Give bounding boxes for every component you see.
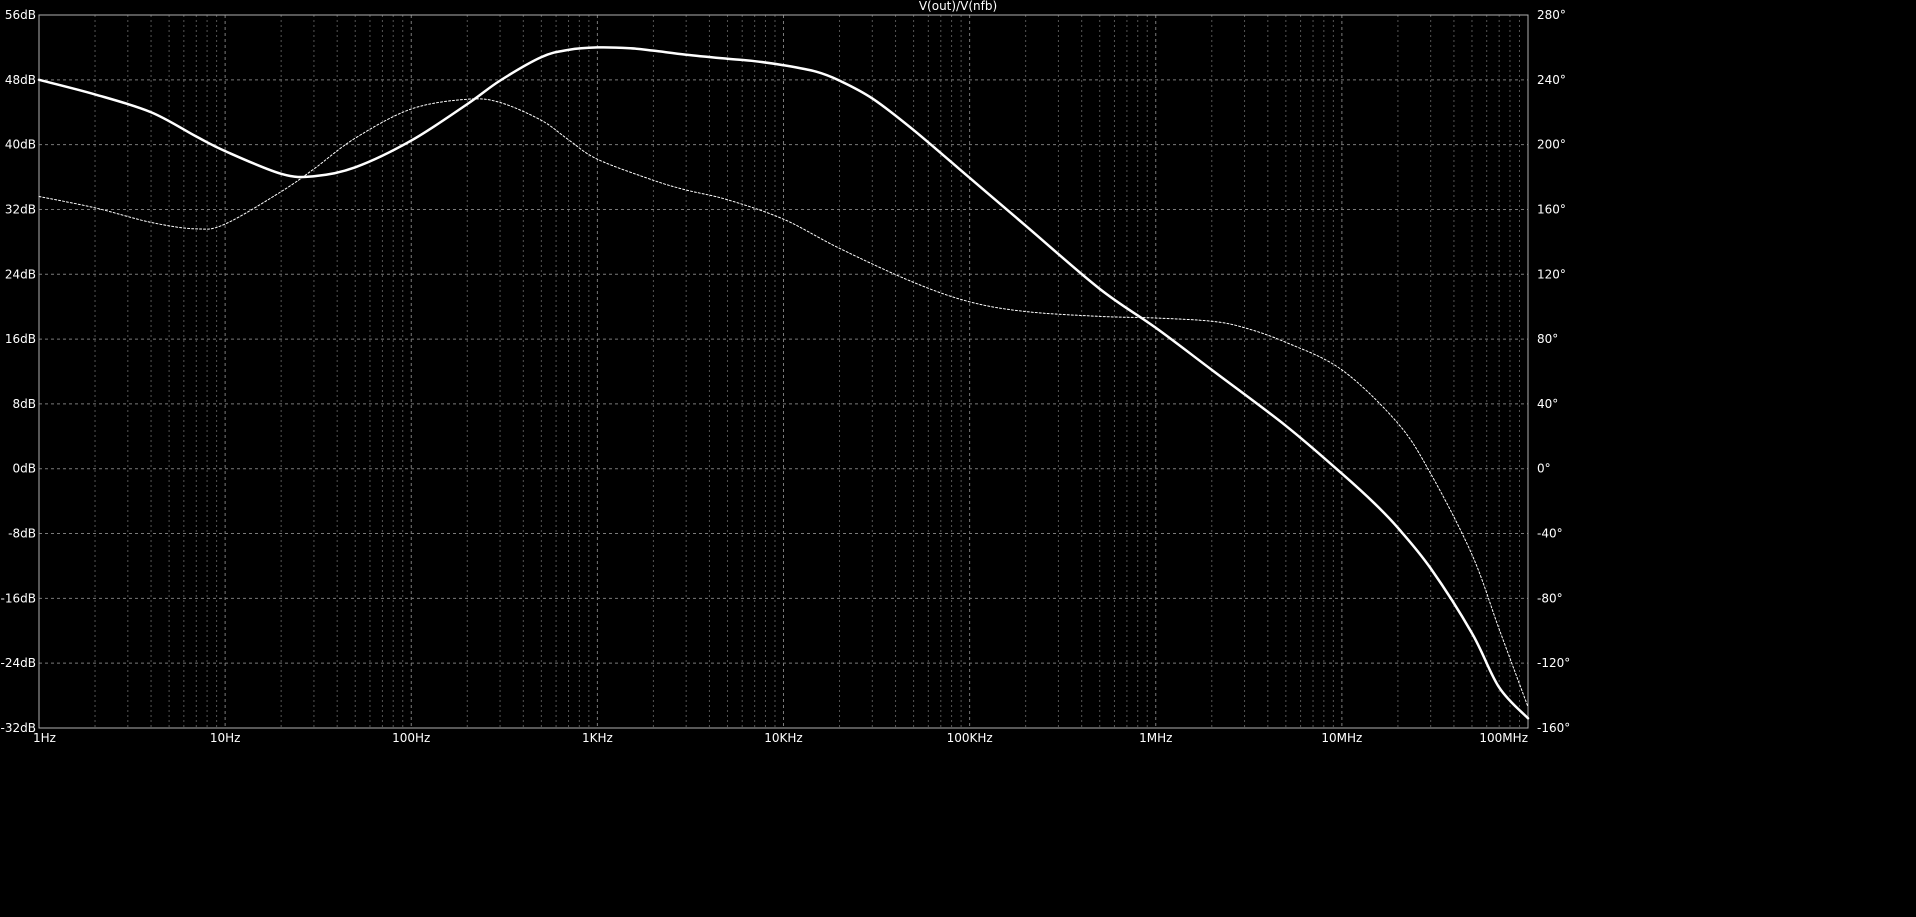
- y-left-tick-label: -24dB: [1, 656, 36, 670]
- y-right-tick-label: -120°: [1537, 656, 1570, 670]
- y-right-tick-label: -80°: [1537, 591, 1563, 605]
- y-left-tick-label: -32dB: [1, 721, 36, 735]
- y-left-tick-label: 8dB: [13, 397, 36, 411]
- y-left-tick-label: 40dB: [5, 138, 36, 152]
- x-tick-label: 10MHz: [1321, 731, 1362, 745]
- y-left-tick-label: -16dB: [1, 591, 36, 605]
- y-left-tick-label: 0dB: [13, 462, 36, 476]
- y-right-tick-label: 0°: [1537, 462, 1551, 476]
- y-right-tick-label: 280°: [1537, 8, 1566, 22]
- plot-background: [0, 0, 1916, 917]
- bode-plot: 56dB 48dB 40dB 32dB 24dB 16dB 8dB 0dB -8dB -16dB -…: [0, 0, 1916, 917]
- y-left-tick-label: 56dB: [5, 8, 36, 22]
- y-right-tick-label: 80°: [1537, 332, 1558, 346]
- y-right-tick-label: 240°: [1537, 73, 1566, 87]
- y-left-tick-label: 32dB: [5, 202, 36, 216]
- x-tick-label: 100MHz: [1479, 731, 1528, 745]
- x-tick-label: 10KHz: [764, 731, 802, 745]
- y-left-tick-label: 24dB: [5, 267, 36, 281]
- y-right-tick-label: -40°: [1537, 527, 1563, 541]
- y-right-tick-label: 120°: [1537, 267, 1566, 281]
- x-tick-label: 100KHz: [947, 731, 993, 745]
- y-left-tick-label: 48dB: [5, 73, 36, 87]
- y-right-tick-label: 160°: [1537, 202, 1566, 216]
- x-tick-label: 1Hz: [33, 731, 56, 745]
- x-tick-label: 1KHz: [582, 731, 613, 745]
- x-tick-label: 100Hz: [392, 731, 430, 745]
- y-right-tick-label: 40°: [1537, 397, 1558, 411]
- y-left-tick-label: 16dB: [5, 332, 36, 346]
- chart-title: V(out)/V(nfb): [919, 0, 997, 13]
- x-tick-label: 10Hz: [210, 731, 241, 745]
- x-tick-label: 1MHz: [1139, 731, 1172, 745]
- y-right-tick-label: -160°: [1537, 721, 1570, 735]
- y-right-tick-label: 200°: [1537, 138, 1566, 152]
- y-left-tick-label: -8dB: [8, 527, 36, 541]
